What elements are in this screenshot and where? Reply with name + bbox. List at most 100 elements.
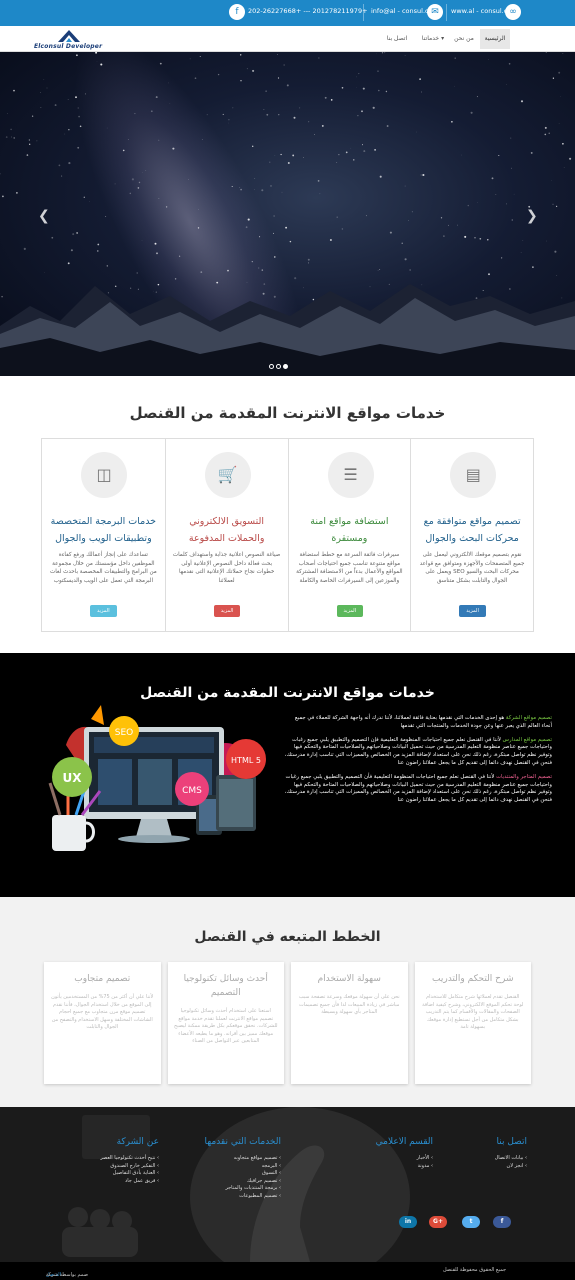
star (76, 54, 78, 57)
caret-down-icon: ▾ (441, 35, 445, 42)
star (84, 93, 86, 95)
showcase-link[interactable]: تصميم مواقع المدارس (503, 737, 552, 743)
star (555, 205, 558, 208)
star (461, 154, 462, 156)
footer-media-column: القسم الاعلامي › الأخبار › مدونة (376, 1137, 433, 1170)
plan-card-title: سهولة الاستخدام (317, 974, 381, 984)
footer-link[interactable]: › انجز لان (495, 1163, 527, 1171)
star (379, 175, 382, 178)
service-title[interactable]: تصميم مواقع متوافقة مع محركات البحث والج… (415, 513, 529, 547)
footer-link[interactable]: › نتيح أحدث تكنولوجيا العصر (100, 1155, 159, 1163)
star (155, 96, 158, 99)
footer-link[interactable]: › برمجة المنتديات والمتاجر (205, 1185, 281, 1193)
star (384, 52, 386, 54)
footer-link-label: مدونة (417, 1162, 430, 1169)
star (97, 250, 99, 252)
star (467, 204, 469, 207)
plan-section: الخطط المتبعه في القنصل شرح التحكم والتد… (0, 897, 575, 1107)
star (336, 216, 338, 218)
footer-link[interactable]: › التفكير خارج الصندوق (100, 1163, 159, 1171)
star (287, 162, 290, 164)
star (274, 256, 276, 258)
nav-about[interactable]: من نحن (451, 29, 477, 49)
star (508, 63, 511, 65)
slider-dot-active[interactable] (283, 364, 288, 369)
service-more-button[interactable]: المزيد (90, 605, 117, 617)
slider-dot[interactable] (276, 364, 281, 369)
footer-link-label: التفكير خارج الصندوق (110, 1162, 156, 1169)
nav-services[interactable]: خدماتنا ▾ (419, 29, 447, 49)
facebook-icon[interactable]: f (229, 4, 245, 20)
service-title[interactable]: خدمات البرمجة المتخصصة وتطبيقات الويب وا… (46, 513, 161, 547)
star (362, 87, 365, 90)
footer-link[interactable]: › تصميم جرافيك (205, 1177, 281, 1186)
linkedin-icon[interactable]: in (399, 1216, 417, 1228)
footer-heading: اتصل بنا (496, 1137, 527, 1147)
footer-link[interactable]: › تصميم مواقع متجاوبه (205, 1155, 281, 1163)
star (454, 85, 455, 87)
star (168, 82, 169, 84)
star (68, 129, 70, 131)
logo[interactable]: Elconsul Developer (34, 29, 104, 51)
plan-title: الخطط المتبعه في القنصل (194, 929, 381, 945)
star (358, 73, 360, 75)
star (501, 257, 503, 259)
slider-dot[interactable] (269, 364, 274, 369)
site-footer: اتصل بنا › بيانات الاتصال › انجز لان الق… (0, 1107, 575, 1262)
footer-link[interactable]: › بيانات الاتصال (495, 1155, 527, 1163)
facebook-icon[interactable]: f (493, 1216, 511, 1228)
twitter-icon[interactable]: t (462, 1216, 480, 1228)
footer-link[interactable]: › العناية بأدق التفاصيل (100, 1170, 159, 1178)
star (16, 192, 18, 194)
footer-link-label: تصميم جرافيك (247, 1177, 278, 1184)
footer-link[interactable]: › البرمجه (205, 1162, 281, 1171)
star (222, 113, 224, 115)
star (454, 57, 456, 59)
service-more-button[interactable]: المزيد (213, 605, 241, 617)
star (40, 107, 42, 108)
divider (363, 4, 364, 21)
google-plus-icon[interactable]: G+ (429, 1216, 447, 1228)
star (239, 54, 242, 56)
service-title[interactable]: التسويق الالكتروني والحملات المدفوعة (170, 513, 284, 547)
star (28, 139, 30, 141)
star (307, 258, 310, 261)
footer-link[interactable]: › التسوق (205, 1170, 281, 1178)
star (51, 236, 54, 239)
footer-link[interactable]: › تصميم المطبوعات (205, 1193, 281, 1201)
star (194, 77, 197, 80)
star (545, 52, 547, 53)
footer-link[interactable]: › مدونة (376, 1163, 433, 1171)
star (464, 235, 467, 238)
showcase-link[interactable]: تصميم مواقع الشركة (506, 715, 552, 721)
star (299, 107, 301, 109)
nav-services-label: خدماتنا (421, 35, 440, 42)
link-icon[interactable]: ∞ (505, 4, 521, 20)
slider-indicators (269, 354, 290, 373)
slider-next-arrow[interactable]: ❯ (526, 208, 538, 224)
service-more-button[interactable]: المزيد (459, 605, 486, 617)
badge-label: CMS (182, 786, 202, 796)
star (72, 233, 75, 236)
star (273, 215, 275, 217)
footer-link[interactable]: › فريق عمل جاد (100, 1178, 159, 1186)
star (506, 203, 507, 205)
footer-link[interactable]: › الأخبار (376, 1155, 433, 1163)
email-icon[interactable]: ✉ (427, 4, 443, 20)
star (341, 86, 344, 89)
database-icon: ◫ (81, 452, 127, 498)
star (254, 178, 256, 179)
service-title[interactable]: استضافة مواقع امنة ومستقرة (293, 513, 407, 547)
nav-contact[interactable]: اتصل بنا (382, 29, 412, 49)
star (13, 89, 15, 92)
slider-prev-arrow[interactable]: ❮ (38, 208, 50, 224)
service-more-button[interactable]: المزيد (336, 605, 364, 617)
star (13, 137, 15, 139)
showcase-link[interactable]: تصميم المتاجر والمنتديات (496, 774, 552, 780)
star (386, 125, 389, 127)
star (40, 92, 41, 93)
footer-link-label: البرمجه (261, 1162, 278, 1169)
nav-home[interactable]: الرئيسية (480, 29, 510, 49)
star (29, 143, 31, 145)
footer-link-label: بيانات الاتصال (494, 1155, 524, 1161)
